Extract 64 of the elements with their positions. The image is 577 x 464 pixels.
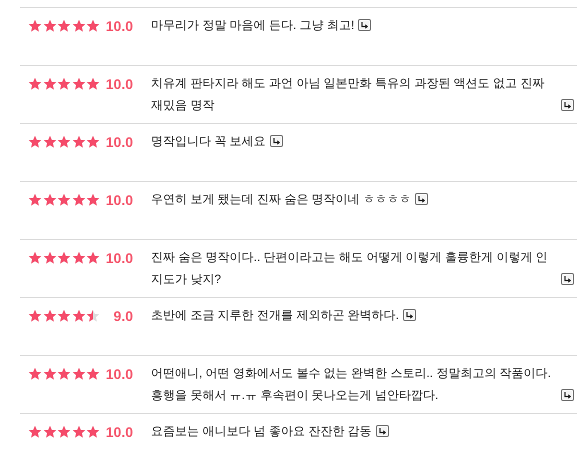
star-icon <box>72 425 86 439</box>
star-icon <box>28 251 42 265</box>
star-icon <box>72 135 86 149</box>
star-icon <box>86 135 100 149</box>
arrow-box-icon[interactable] <box>270 135 283 147</box>
star-icon <box>42 135 56 149</box>
star-icon <box>72 77 86 91</box>
star-icon <box>28 19 42 33</box>
star-icon <box>72 19 86 33</box>
star-icon <box>28 193 42 207</box>
review-text: 명작입니다 꼭 보세요 <box>151 133 266 150</box>
star-icon <box>42 367 56 381</box>
star-icon <box>72 251 86 265</box>
rating-score: 10.0 <box>104 366 133 382</box>
star-icon <box>72 367 86 381</box>
star-icon <box>57 367 71 381</box>
star-icon <box>28 425 42 439</box>
star-icon <box>86 309 100 323</box>
star-icon <box>42 425 56 439</box>
star-icon <box>57 251 71 265</box>
star-icon <box>42 309 56 323</box>
star-icon <box>86 367 100 381</box>
star-icon <box>86 19 100 33</box>
star-icon <box>28 309 42 323</box>
star-icon <box>42 77 56 91</box>
rating-score: 9.0 <box>112 308 133 324</box>
review-text: 마무리가 정말 마음에 든다. 그냥 최고! <box>151 17 354 34</box>
arrow-box-icon[interactable] <box>358 19 372 31</box>
star-icon <box>57 77 71 91</box>
review-text: 요즘보는 애니보다 넘 좋아요 잔잔한 감동 <box>151 423 372 440</box>
star-icon <box>57 309 71 323</box>
arrow-box-icon[interactable] <box>403 309 416 321</box>
review-text: 치유계 판타지라 해도 과언 아님 일본만화 특유의 과장된 액션도 없고 진짜 재밌음 명작 <box>151 75 546 114</box>
star-icon <box>42 193 56 207</box>
arrow-box-icon[interactable] <box>561 273 574 285</box>
star-icon <box>86 425 100 439</box>
rating-score: 10.0 <box>104 18 133 34</box>
review-text: 진짜 숨은 명작이다.. 단편이라고는 해도 어떻게 이렇게 훌륭한게 이렇게 인지도가 낮지? <box>151 249 549 288</box>
arrow-box-icon[interactable] <box>561 99 574 111</box>
rating-score: 10.0 <box>104 424 133 440</box>
rating-score: 10.0 <box>104 250 133 266</box>
arrow-box-icon[interactable] <box>376 425 389 437</box>
star-icon <box>28 367 42 381</box>
star-icon <box>42 19 56 33</box>
rating-score: 10.0 <box>104 134 133 150</box>
star-icon <box>86 77 100 91</box>
arrow-box-icon[interactable] <box>415 193 428 205</box>
review-text: 어떤애니, 어떤 영화에서도 볼수 없는 완벽한 스토리.. 정말최고의 작품이다. 흥행을 못해서 ㅠ.ㅠ 후속편이 못나오는게 넘안타깝다. <box>151 365 552 404</box>
star-icon <box>28 135 42 149</box>
rating-score: 10.0 <box>104 76 133 92</box>
star-icon <box>57 425 71 439</box>
arrow-box-icon[interactable] <box>561 389 574 401</box>
star-icon <box>28 77 42 91</box>
star-icon <box>86 251 100 265</box>
star-icon <box>72 193 86 207</box>
star-icon <box>57 193 71 207</box>
rating-score: 10.0 <box>104 192 133 208</box>
star-icon <box>57 135 71 149</box>
star-icon <box>42 251 56 265</box>
star-icon <box>57 19 71 33</box>
review-text: 우연히 보게 됐는데 진짜 숨은 명작이네 ㅎㅎㅎㅎ <box>151 191 412 208</box>
review-text: 초반에 조금 지루한 전개를 제외하곤 완벽하다. <box>151 307 400 324</box>
star-icon <box>86 193 100 207</box>
star-icon <box>72 309 86 323</box>
